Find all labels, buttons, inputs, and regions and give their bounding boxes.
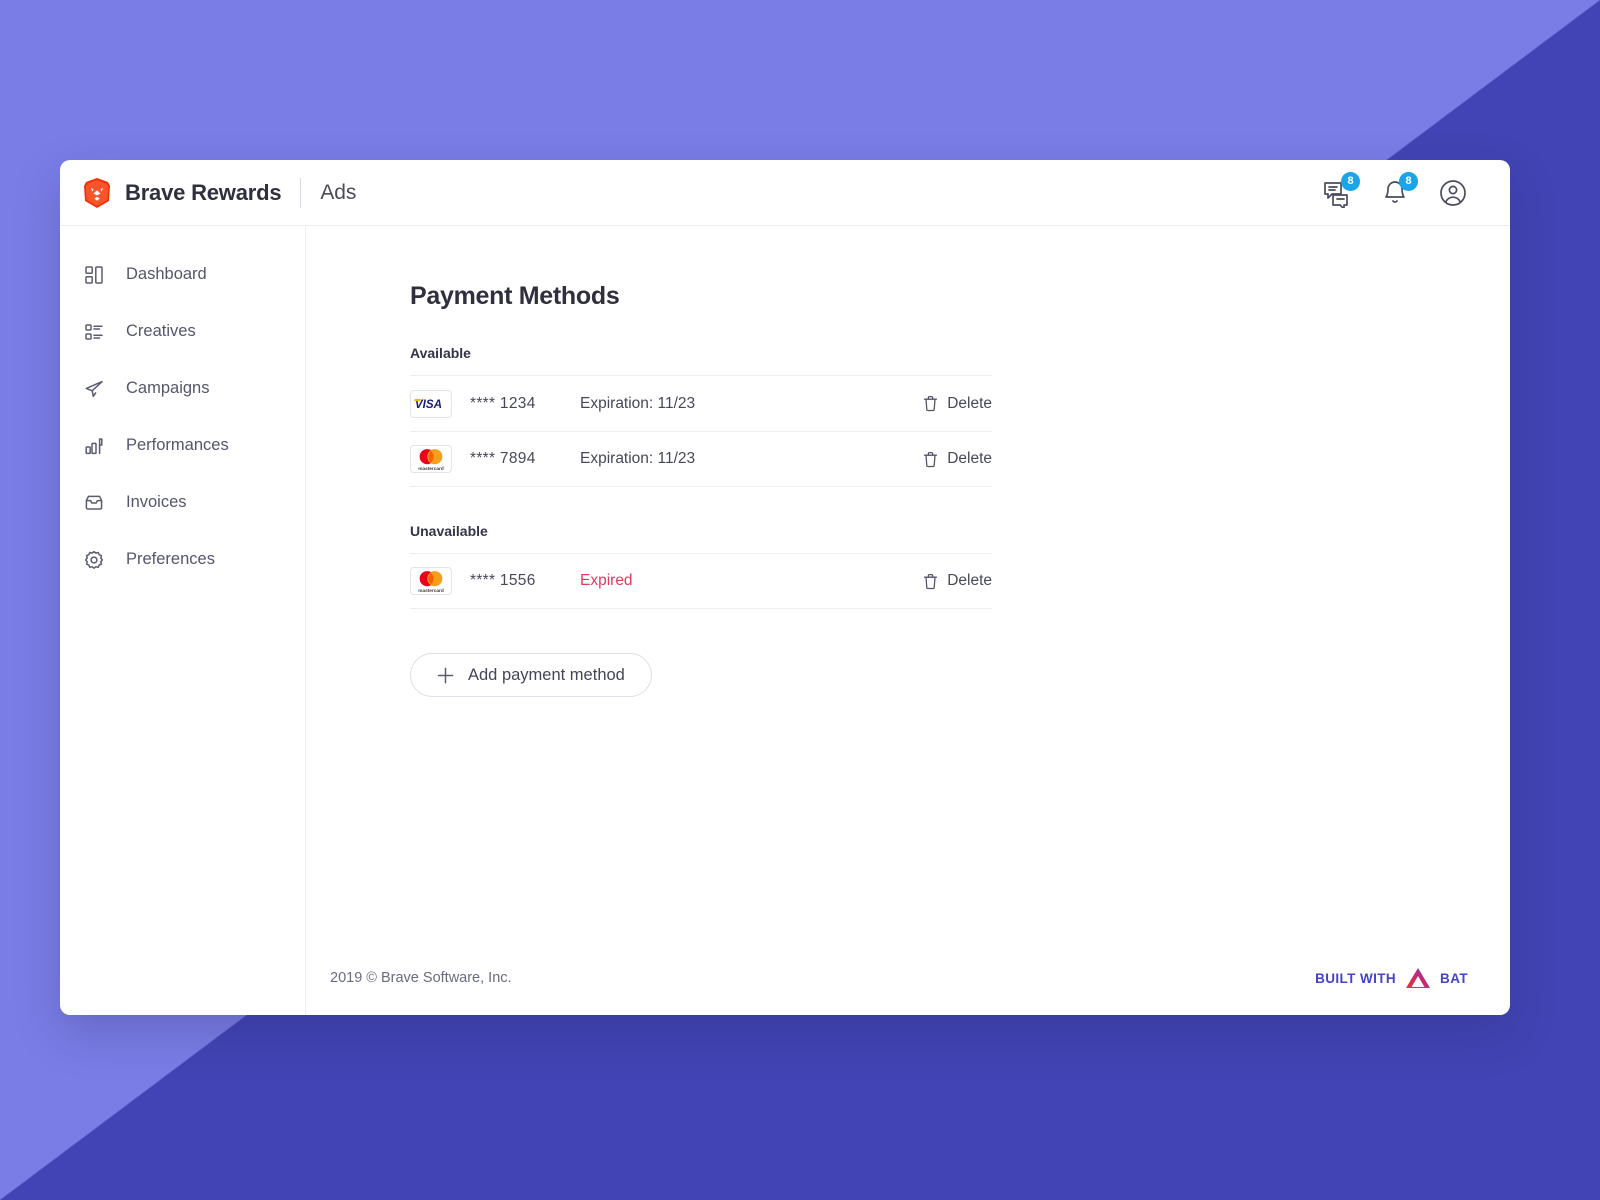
mastercard-card-icon: mastercard (410, 567, 452, 595)
sidebar-item-label: Performances (126, 436, 229, 454)
mastercard-card-icon: mastercard (410, 445, 452, 473)
plus-icon (437, 667, 454, 684)
sidebar-item-label: Creatives (126, 322, 196, 340)
messages-icon[interactable]: 8 (1322, 171, 1360, 208)
group-label-available: Available (410, 345, 471, 361)
sidebar-item-label: Preferences (126, 550, 215, 568)
built-with-bat-badge[interactable]: BUILT WITH BAT (1315, 967, 1468, 989)
delete-label: Delete (947, 394, 992, 412)
sidebar-item-label: Campaigns (126, 379, 210, 397)
header-divider (300, 177, 302, 208)
sidebar-item-label: Dashboard (126, 265, 207, 283)
sidebar-item-creatives[interactable]: Creatives (60, 303, 305, 360)
trash-icon (923, 451, 938, 468)
svg-text:mastercard: mastercard (418, 587, 444, 593)
notifications-badge: 8 (1399, 171, 1418, 191)
brave-lion-icon (82, 177, 112, 209)
brand-name: Brave Rewards (125, 179, 282, 205)
table-row: mastercard **** 1556 Expired Delete (410, 553, 992, 609)
delete-label: Delete (947, 450, 992, 467)
app-header: Brave Rewards Ads 8 8 (60, 160, 1510, 226)
bar-chart-icon (84, 436, 104, 456)
creatives-list-icon (84, 322, 104, 342)
app-body: Dashboard Creatives Campaigns Performanc… (60, 226, 1510, 1015)
delete-button[interactable]: Delete (923, 395, 992, 413)
sidebar-item-invoices[interactable]: Invoices (60, 474, 305, 531)
main-content: Payment Methods Available VISA **** 1234… (306, 226, 1510, 1015)
visa-card-icon: VISA (410, 389, 452, 418)
card-status: Expiration: 11/23 (580, 450, 696, 467)
paper-plane-icon (84, 379, 104, 399)
sidebar-item-performances[interactable]: Performances (60, 417, 305, 474)
app-footer: 2019 © Brave Software, Inc. BUILT WITH B… (60, 941, 1510, 1015)
bat-triangle-icon (1405, 967, 1431, 989)
notifications-bell-icon[interactable]: 8 (1380, 171, 1418, 208)
built-with-label: BUILT WITH (1315, 970, 1397, 986)
sidebar-item-dashboard[interactable]: Dashboard (60, 246, 305, 303)
delete-button[interactable]: Delete (923, 450, 992, 468)
card-status-badge: Expired (580, 572, 633, 589)
bat-label: BAT (1440, 970, 1468, 986)
add-payment-method-button[interactable]: Add payment method (410, 653, 652, 697)
gear-icon (84, 550, 104, 570)
card-digits: **** 7894 (470, 450, 536, 467)
brand[interactable]: Brave Rewards (82, 177, 282, 209)
table-row: mastercard **** 7894 Expiration: 11/23 D… (410, 431, 992, 487)
svg-text:mastercard: mastercard (418, 465, 444, 471)
add-payment-method-label: Add payment method (468, 665, 625, 684)
trash-icon (923, 395, 938, 412)
account-avatar-icon[interactable] (1438, 178, 1468, 208)
group-label-unavailable: Unavailable (410, 523, 488, 539)
page-title: Payment Methods (410, 282, 620, 310)
sidebar-item-label: Invoices (126, 493, 187, 511)
payment-methods-table-available: VISA **** 1234 Expiration: 11/23 Delete … (410, 375, 992, 487)
payment-methods-table-unavailable: mastercard **** 1556 Expired Delete (410, 553, 992, 609)
trash-icon (923, 573, 938, 590)
sidebar-item-preferences[interactable]: Preferences (60, 531, 305, 588)
card-status: Expiration: 11/23 (580, 394, 696, 412)
messages-badge: 8 (1341, 171, 1360, 191)
delete-button[interactable]: Delete (923, 572, 992, 590)
card-digits: **** 1234 (470, 394, 536, 412)
card-digits: **** 1556 (470, 572, 536, 589)
copyright-text: 2019 © Brave Software, Inc. (330, 970, 512, 986)
delete-label: Delete (947, 572, 992, 589)
sidebar-item-campaigns[interactable]: Campaigns (60, 360, 305, 417)
inbox-icon (84, 493, 104, 513)
dashboard-icon (84, 265, 104, 285)
sidebar: Dashboard Creatives Campaigns Performanc… (60, 226, 306, 1015)
section-name: Ads (320, 180, 357, 204)
header-icons: 8 8 (1322, 171, 1468, 208)
table-row: VISA **** 1234 Expiration: 11/23 Delete (410, 375, 992, 431)
app-window: Brave Rewards Ads 8 8 Dashboard Creative… (60, 160, 1510, 1015)
